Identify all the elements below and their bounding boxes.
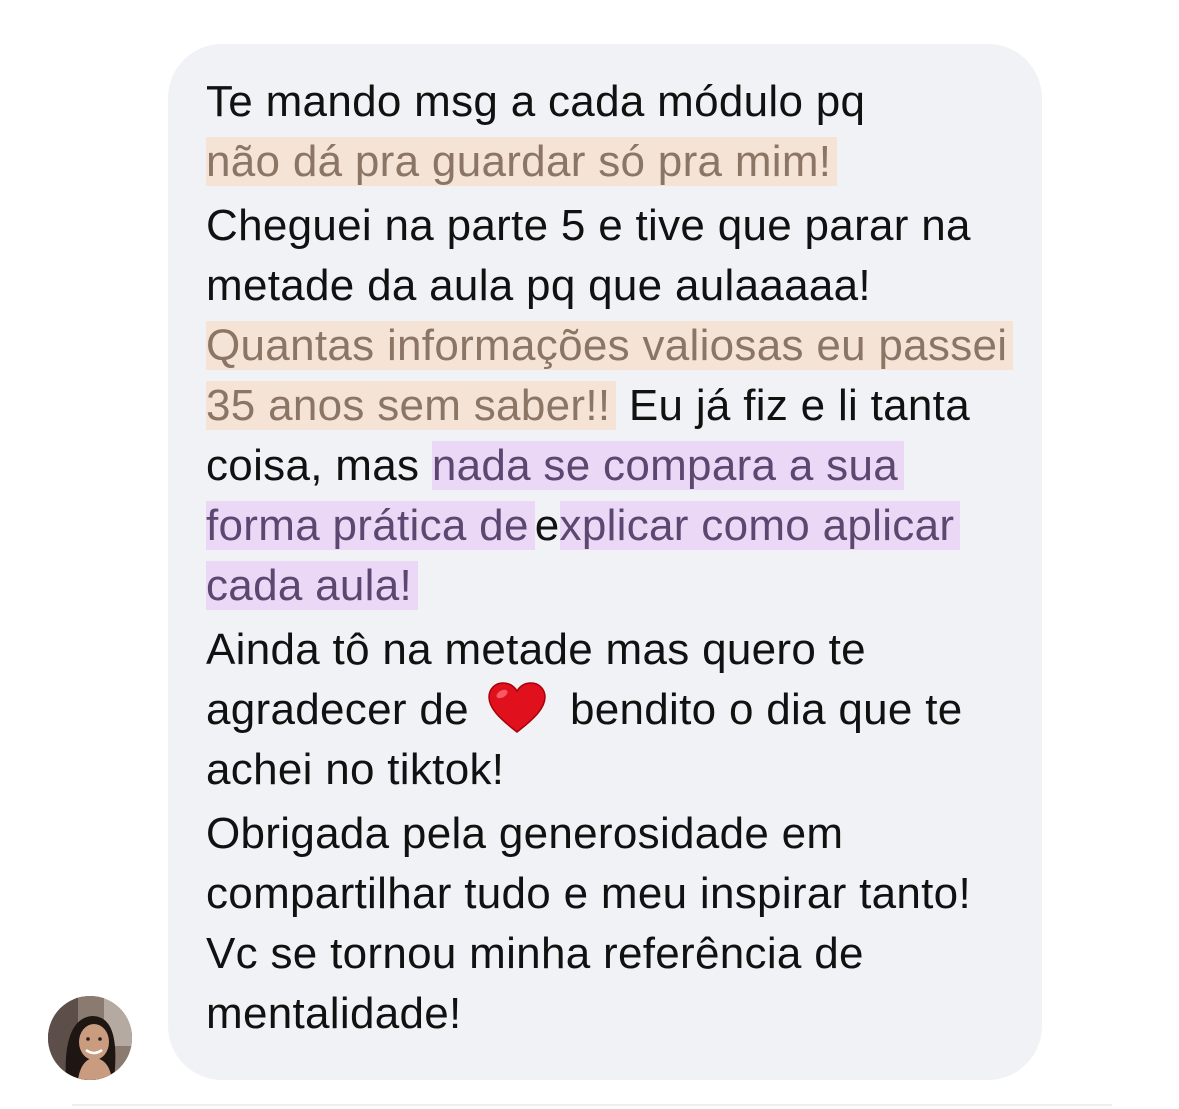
sender-avatar[interactable]	[48, 996, 132, 1080]
heart-icon	[488, 682, 547, 733]
message-paragraph-1: Te mando msg a cada módulo pq não dá pra…	[206, 72, 1016, 192]
avatar-photo-icon	[48, 996, 132, 1080]
message-paragraph-2: Cheguei na parte 5 e tive que parar na m…	[206, 196, 1016, 616]
highlight-peach: não dá pra guardar só pra mim!	[206, 137, 838, 186]
message-paragraph-4: Obrigada pela generosidade em compartilh…	[206, 804, 1016, 1044]
message-text-segment: Cheguei na parte 5 e tive que parar na m…	[206, 201, 971, 310]
divider	[72, 1104, 1112, 1106]
message-text-segment: e	[534, 501, 560, 550]
message-text-segment: Obrigada pela generosidade em compartilh…	[206, 809, 971, 1038]
message-text: Te mando msg a cada módulo pq não dá pra…	[206, 72, 1016, 1044]
message-text-segment: Te mando msg a cada módulo pq	[206, 77, 866, 126]
message-paragraph-3: Ainda tô na metade mas quero te agradece…	[206, 620, 1016, 800]
